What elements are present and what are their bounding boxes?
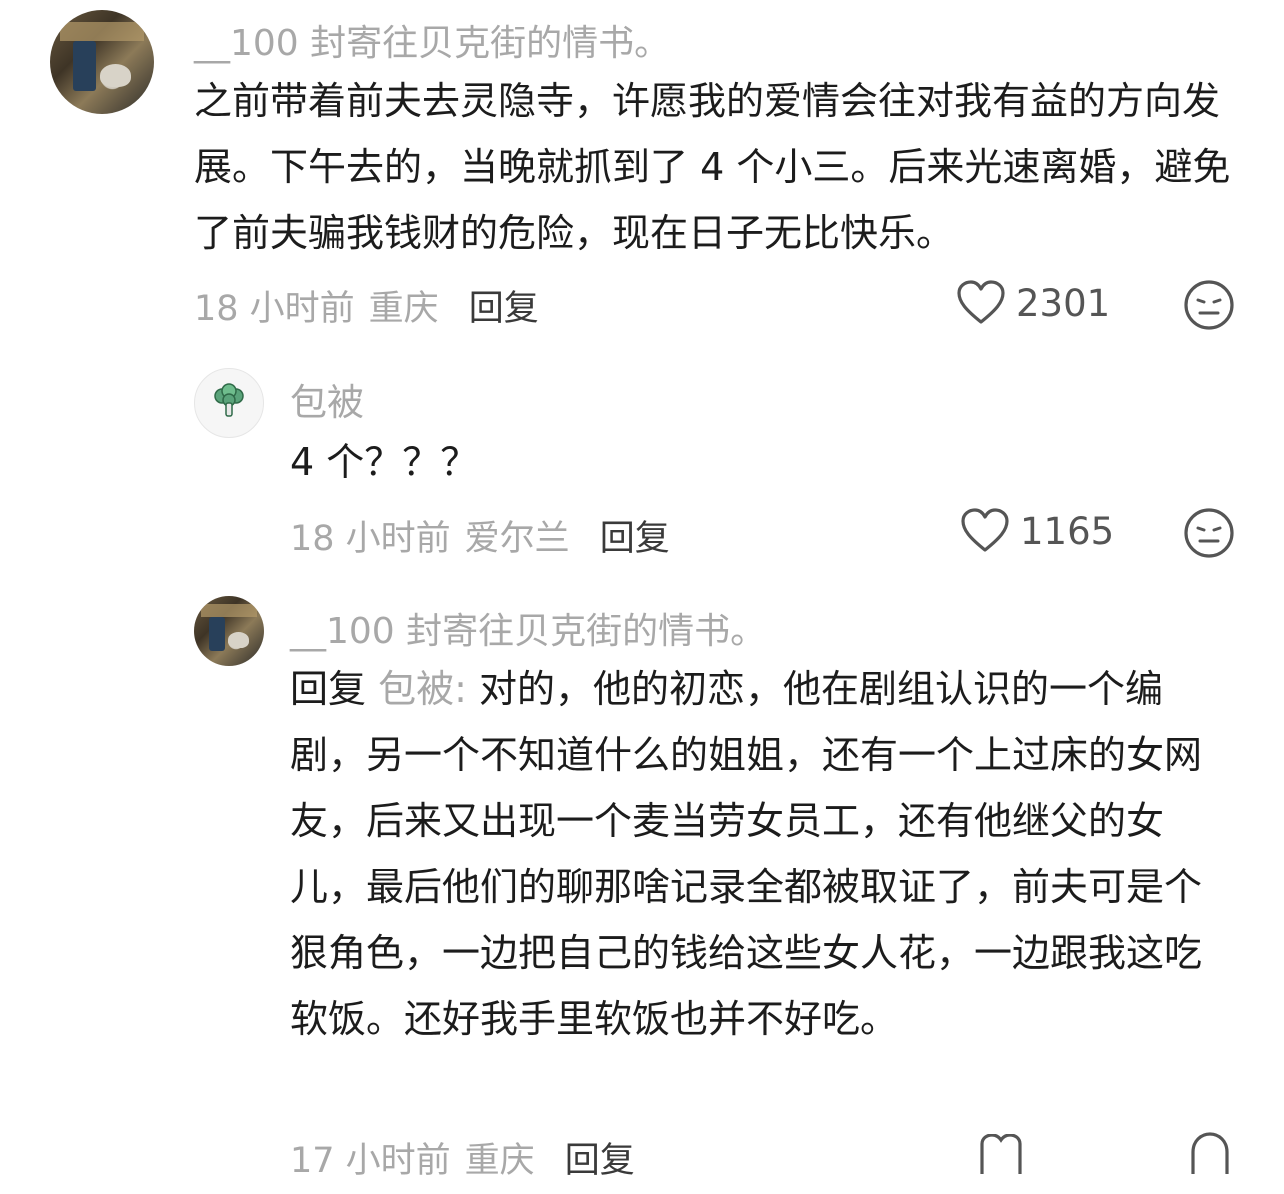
comment-meta: 18 小时前 重庆 回复 [194,280,539,331]
like-count: 2301 [1016,281,1111,325]
comment-body: 对的，他的初恋，他在剧组认识的一个编剧，另一个不知道什么的姐姐，还有一个上过床的… [290,667,1203,1041]
heart-icon [956,280,1006,326]
like-count: 1165 [1020,509,1115,553]
comment-meta: 18 小时前 爱尔兰 回复 [290,510,670,561]
broccoli-icon [211,383,247,423]
avatar[interactable] [50,10,154,114]
like-button[interactable] [978,1134,1024,1174]
heart-icon [960,508,1010,554]
dislike-button[interactable] [1190,1132,1230,1178]
like-button[interactable]: 1165 [960,508,1114,554]
comment-text: 之前带着前夫去灵隐寺，许愿我的爱情会往对我有益的方向发展。下午去的，当晚就抓到了… [194,79,1231,255]
comment-time: 18 小时前 [290,519,451,559]
neutral-face-icon [1190,1132,1230,1178]
dislike-button[interactable] [1182,506,1236,564]
avatar[interactable] [194,368,264,438]
comment-username[interactable]: 包被 [290,372,364,426]
reply-target[interactable]: 包被: [378,667,467,711]
reply-button[interactable]: 回复 [600,519,670,559]
avatar[interactable] [194,596,264,666]
comment-location: 爱尔兰 [464,519,570,559]
comment-text: 回复 包被: 对的，他的初恋，他在剧组认识的一个编剧，另一个不知道什么的姐姐，还… [290,656,1220,1052]
comment-meta: 17 小时前 重庆 回复 [290,1132,635,1183]
comment-location: 重庆 [368,289,439,329]
dislike-button[interactable] [1182,278,1236,336]
comment-time: 17 小时前 [290,1141,451,1181]
comment-username[interactable]: __100 封寄往贝克街的情书。 [290,602,766,654]
comment-time: 18 小时前 [194,289,355,329]
comment-text: 4 个？？？ [290,440,479,484]
comment-username[interactable]: __100 封寄往贝克街的情书。 [194,14,670,66]
heart-icon [978,1134,1024,1174]
reply-button[interactable]: 回复 [469,289,539,329]
comment-location: 重庆 [464,1141,535,1181]
neutral-face-icon [1182,280,1236,336]
neutral-face-icon [1182,508,1236,564]
like-button[interactable]: 2301 [956,280,1110,326]
reply-prefix: 回复 [290,667,367,711]
reply-button[interactable]: 回复 [565,1141,635,1181]
